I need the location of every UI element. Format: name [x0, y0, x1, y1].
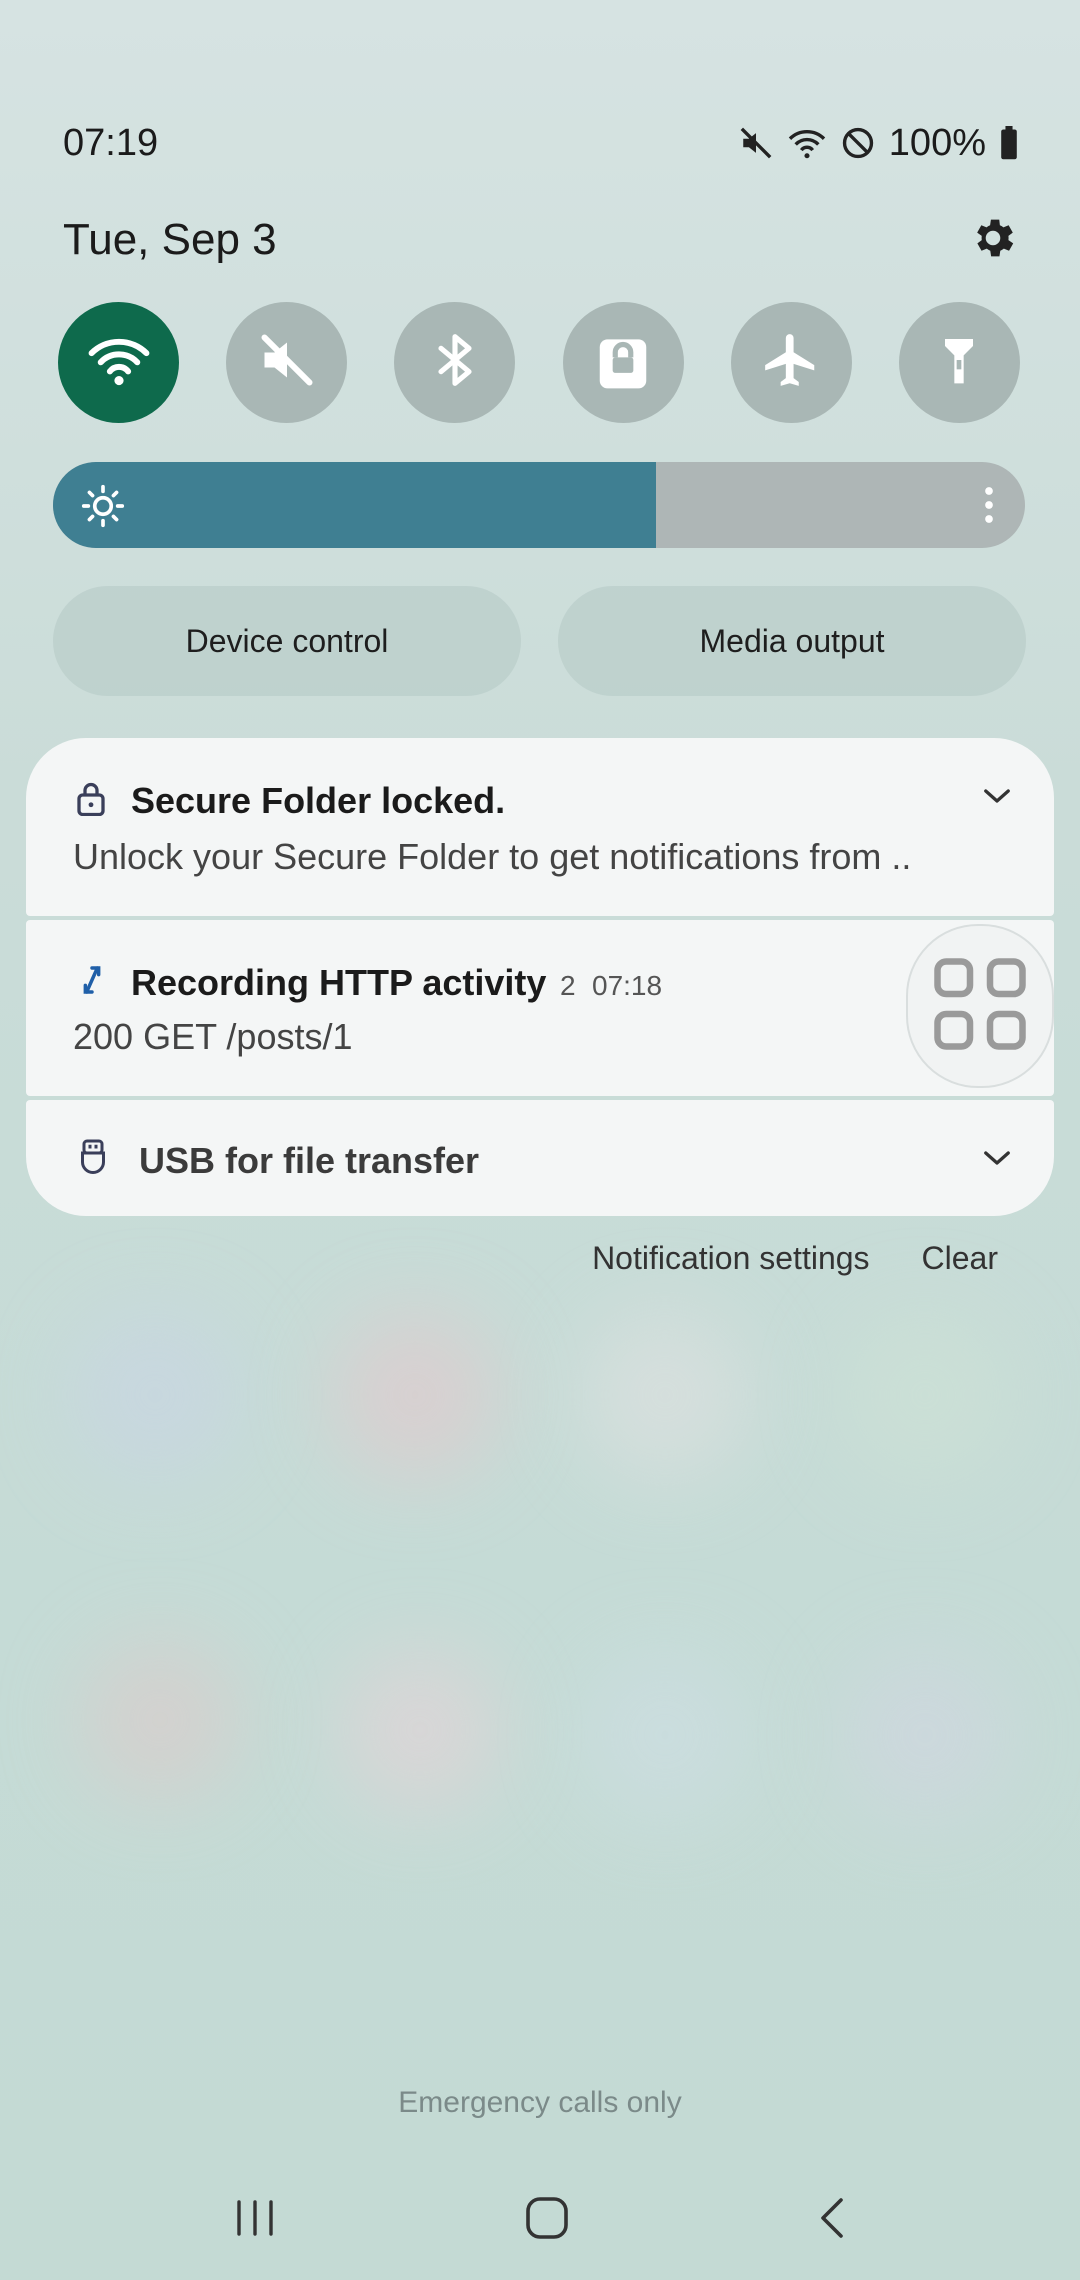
device-control-button[interactable]: Device control — [53, 586, 521, 696]
usb-icon — [78, 1138, 108, 1179]
clear-button[interactable]: Clear — [922, 1240, 998, 1277]
lock-icon — [76, 780, 106, 821]
wifi-toggle[interactable] — [58, 302, 179, 423]
notification-time: 07:18 — [592, 970, 663, 1001]
notification-secure-folder[interactable]: Secure Folder locked. Unlock your Secure… — [26, 738, 1054, 916]
status-icons: 100% — [739, 122, 1018, 165]
sun-icon — [81, 484, 125, 533]
bluetooth-toggle[interactable] — [394, 302, 516, 423]
notification-actions: Notification settings Clear — [592, 1240, 998, 1277]
control-buttons: Device control Media output — [53, 586, 1026, 696]
wifi-icon — [87, 332, 151, 393]
gear-icon[interactable] — [968, 213, 1018, 268]
notification-body: 200 GET /posts/1 — [73, 1016, 353, 1057]
more-options-icon[interactable] — [983, 484, 995, 531]
flashlight-icon — [931, 328, 987, 397]
battery-percent: 100% — [888, 121, 986, 164]
date-row: Tue, Sep 3 — [63, 205, 1018, 275]
flashlight-toggle[interactable] — [898, 302, 1020, 423]
quick-toggles — [58, 302, 1020, 423]
airplane-icon — [760, 329, 822, 396]
media-output-button[interactable]: Media output — [558, 586, 1026, 696]
background-blur — [840, 1650, 1010, 1820]
do-not-disturb-icon — [841, 126, 875, 160]
transfer-arrows-icon — [78, 964, 106, 1001]
recents-icon[interactable] — [233, 2198, 277, 2243]
back-icon[interactable] — [817, 2196, 847, 2245]
chevron-down-icon[interactable] — [982, 786, 1012, 811]
mute-icon — [739, 126, 773, 160]
home-icon[interactable] — [524, 2195, 570, 2246]
navigation-bar — [0, 2180, 1080, 2260]
notification-title: USB for file transfer — [139, 1140, 480, 1181]
floating-app-bubble[interactable] — [906, 924, 1054, 1088]
notification-count: 2 — [560, 970, 576, 1001]
background-blur — [340, 1650, 500, 1810]
background-blur — [580, 1650, 750, 1820]
brightness-fill — [53, 462, 656, 548]
battery-icon — [1000, 126, 1018, 160]
lock-icon — [596, 329, 650, 396]
status-bar: 07:19 100% — [63, 118, 1018, 168]
wifi-icon — [787, 126, 827, 160]
notification-settings-button[interactable]: Notification settings — [592, 1240, 869, 1277]
chevron-down-icon[interactable] — [982, 1148, 1012, 1173]
secure-folder-toggle[interactable] — [562, 302, 684, 423]
grid-icon — [930, 954, 1030, 1059]
sound-toggle[interactable] — [226, 302, 348, 423]
emergency-calls-label: Emergency calls only — [398, 2086, 682, 2119]
background-blur — [70, 1310, 240, 1480]
background-blur — [80, 1640, 240, 1800]
background-blur — [580, 1310, 750, 1480]
mute-icon — [257, 330, 317, 395]
brightness-slider[interactable] — [53, 462, 1025, 548]
notification-http-activity[interactable]: Recording HTTP activity 2 07:18 200 GET … — [26, 920, 1054, 1096]
bluetooth-icon — [427, 328, 483, 397]
notification-title: Secure Folder locked. — [131, 780, 506, 821]
airplane-mode-toggle[interactable] — [730, 302, 852, 423]
notification-body: Unlock your Secure Folder to get notific… — [73, 836, 912, 877]
date-label: Tue, Sep 3 — [63, 215, 277, 264]
status-time: 07:19 — [63, 121, 159, 164]
notification-title: Recording HTTP activity — [131, 962, 547, 1003]
background-blur — [840, 1310, 1010, 1480]
notification-usb[interactable]: USB for file transfer — [26, 1100, 1054, 1216]
background-blur — [330, 1310, 500, 1480]
